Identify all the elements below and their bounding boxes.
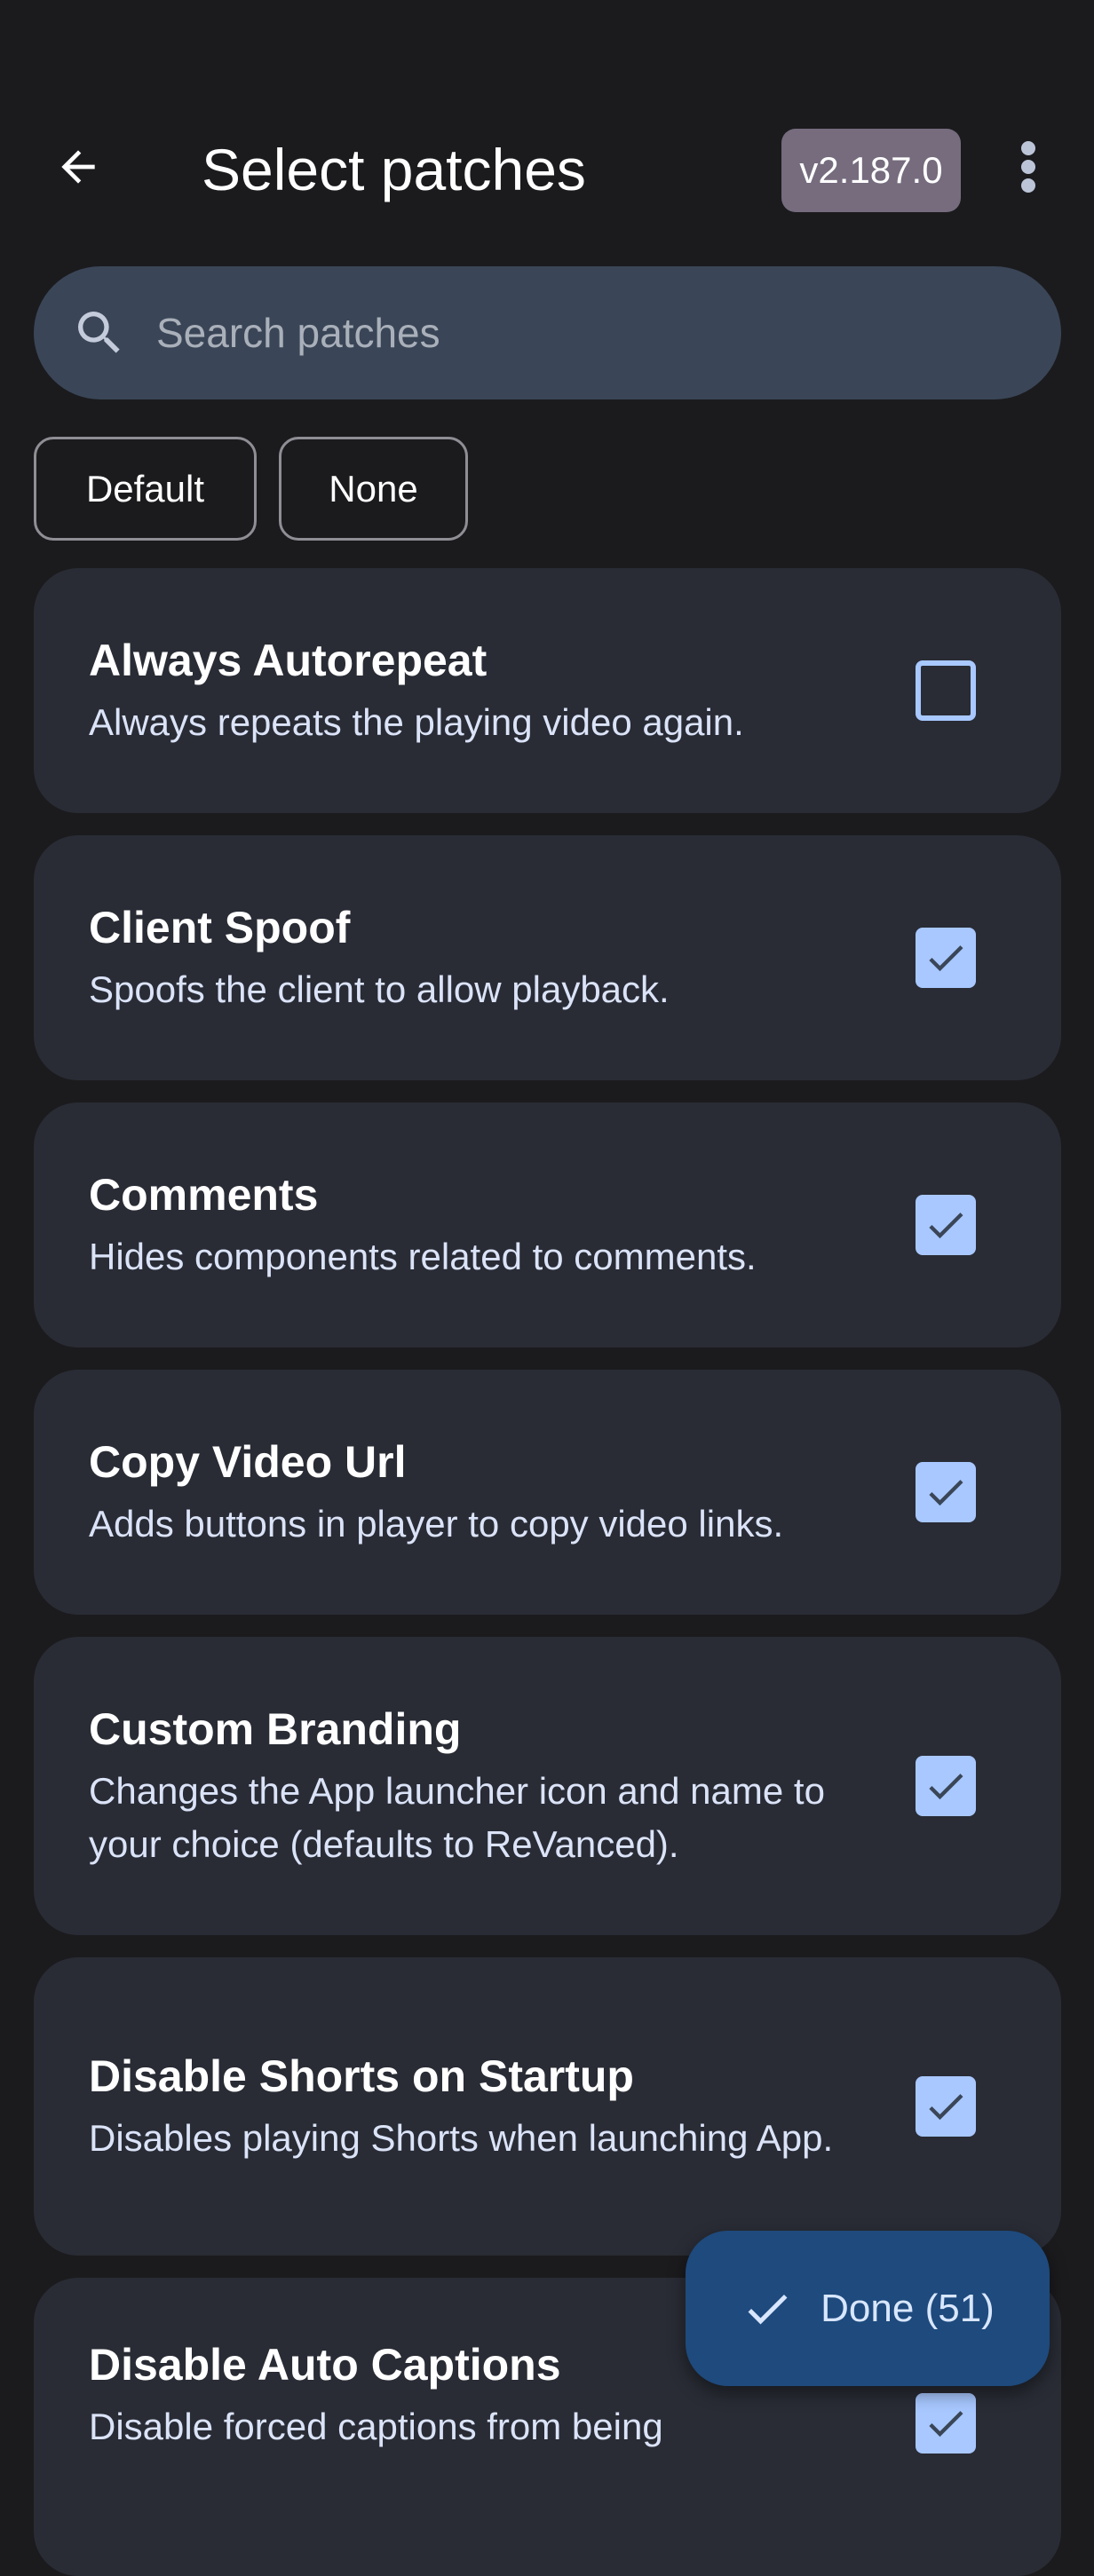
patch-description: Spoofs the client to allow playback. [89, 968, 670, 1010]
patch-card[interactable]: Custom Branding Changes the App launcher … [34, 1637, 1061, 1935]
version-chip[interactable]: v2.187.0 [781, 129, 961, 212]
patch-text: Custom Branding Changes the App launcher … [89, 1701, 916, 1871]
patch-card[interactable]: Client Spoof Spoofs the client to allow p… [34, 835, 1061, 1080]
patch-description: Adds buttons in player to copy video lin… [89, 1503, 784, 1545]
patch-name: Client Spoof [89, 903, 351, 952]
search-bar[interactable] [34, 266, 1061, 399]
patch-checkbox[interactable] [916, 2076, 976, 2137]
patch-name: Disable Shorts on Startup [89, 2051, 634, 2101]
patch-description: Disable forced captions from being [89, 2406, 663, 2447]
patch-text: Disable Shorts on Startup Disables playin… [89, 2048, 916, 2165]
patch-name: Copy Video Url [89, 1437, 407, 1487]
checkmark-icon [929, 945, 963, 972]
patch-text: Always Autorepeat Always repeats the play… [89, 632, 916, 749]
patch-name: Always Autorepeat [89, 636, 488, 685]
checkmark-icon [929, 2411, 963, 2438]
page-title: Select patches [202, 137, 586, 202]
patch-card[interactable]: Comments Hides components related to comm… [34, 1102, 1061, 1347]
done-button[interactable]: Done (51) [686, 2231, 1050, 2386]
patch-card[interactable]: Disable Shorts on Startup Disables playin… [34, 1957, 1061, 2256]
patch-checkbox[interactable] [916, 660, 976, 721]
default-button[interactable]: Default [34, 437, 257, 541]
patch-text: Client Spoof Spoofs the client to allow p… [89, 899, 916, 1016]
checkmark-icon [929, 2094, 963, 2121]
patch-description: Hides components related to comments. [89, 1236, 757, 1277]
arrow-back-icon [61, 150, 95, 184]
patch-card[interactable]: Always Autorepeat Always repeats the play… [34, 568, 1061, 813]
none-button[interactable]: None [279, 437, 468, 541]
check-icon [748, 2294, 788, 2324]
checkmark-icon [929, 1480, 963, 1506]
done-label: Done (51) [820, 2286, 995, 2330]
patch-card[interactable]: Copy Video Url Adds buttons in player to … [34, 1370, 1061, 1615]
checkmark-icon [929, 1213, 963, 1239]
more-options-button[interactable] [993, 124, 1064, 209]
patch-description: Changes the App launcher icon and name t… [89, 1770, 825, 1865]
search-input[interactable] [155, 308, 957, 358]
patch-description: Always repeats the playing video again. [89, 701, 744, 743]
more-vert-icon [1021, 141, 1035, 193]
patch-name: Comments [89, 1170, 319, 1220]
patch-checkbox[interactable] [916, 1756, 976, 1816]
patch-description: Disables playing Shorts when launching A… [89, 2117, 834, 2159]
patch-text: Copy Video Url Adds buttons in player to … [89, 1434, 916, 1551]
patch-checkbox[interactable] [916, 2393, 976, 2454]
checkmark-icon [929, 1774, 963, 1800]
patch-name: Custom Branding [89, 1704, 462, 1754]
back-button[interactable] [36, 124, 121, 209]
patch-checkbox[interactable] [916, 1195, 976, 1255]
patch-checkbox[interactable] [916, 928, 976, 988]
patch-text: Comments Hides components related to comm… [89, 1166, 916, 1284]
search-icon [78, 312, 120, 353]
patch-checkbox[interactable] [916, 1462, 976, 1522]
